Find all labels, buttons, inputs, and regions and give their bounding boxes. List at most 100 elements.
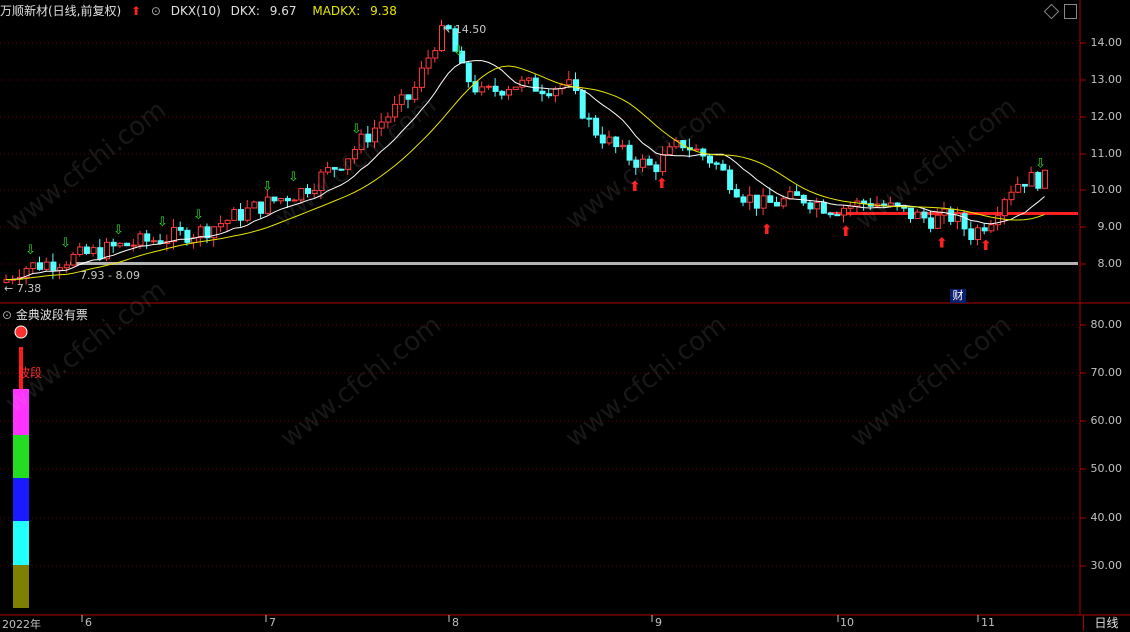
candle-body: [760, 195, 767, 209]
candle-body: [774, 201, 780, 207]
price-axis-label: 11.00: [1090, 147, 1123, 160]
sub-indicator-name[interactable]: 金典波段有票: [16, 308, 88, 322]
price-axis-label: 10.00: [1090, 183, 1123, 196]
time-axis-label: 10: [840, 616, 854, 629]
price-axis-label: 12.00: [1090, 110, 1123, 123]
sell-arrow-icon: ⇩: [262, 180, 273, 195]
price-axis-label: 13.00: [1090, 73, 1123, 86]
buy-arrow-icon: ⬆: [656, 176, 668, 192]
candle-body: [264, 196, 271, 214]
candle-body: [150, 240, 157, 243]
low-price: 7.38: [16, 282, 42, 295]
candle-body: [398, 94, 405, 105]
candle-body: [506, 89, 512, 96]
candle-body: [1001, 199, 1008, 217]
candle-body: [921, 211, 928, 219]
candle-body: [97, 247, 104, 260]
sub-axis-label: 50.00: [1090, 462, 1123, 475]
candle-body: [1042, 169, 1048, 189]
candle-body: [586, 117, 593, 120]
candle-body: [619, 144, 626, 148]
candle-body: [566, 79, 573, 86]
candle-body: [117, 242, 124, 247]
candle-body: [224, 219, 231, 225]
buy-arrow-icon: ⬆: [840, 224, 852, 240]
period-button[interactable]: 日线: [1083, 615, 1129, 631]
candle-body: [948, 208, 955, 222]
candle-body: [753, 194, 760, 209]
sub-axis-label: 40.00: [1090, 511, 1123, 524]
sell-arrow-icon: ⇩: [1035, 156, 1046, 171]
candle-body: [271, 196, 278, 202]
candle-body: [713, 162, 720, 165]
candle-body: [30, 262, 37, 270]
sub-panel-header: ⊙ 金典波段有票: [2, 306, 88, 323]
candle-body: [807, 202, 814, 210]
candle-body: [57, 267, 64, 271]
candle-body: [184, 229, 191, 243]
candle-body: [934, 214, 941, 229]
candle-body: [479, 86, 486, 93]
support-line-gray: [70, 262, 1078, 265]
candle-body: [800, 194, 807, 204]
high-marker: ↖ 14.50: [442, 23, 487, 36]
candle-body: [238, 209, 244, 221]
candle-body: [37, 262, 43, 270]
sell-arrow-icon: ⇩: [25, 243, 36, 258]
candle-body: [928, 217, 935, 229]
band-label: 波段: [18, 366, 43, 380]
candle-body: [814, 202, 821, 210]
candle-body: [251, 201, 258, 209]
sell-arrow-icon: ⇩: [113, 223, 124, 238]
sub-axis-label: 30.00: [1090, 559, 1123, 572]
candle-body: [539, 90, 546, 95]
candle-body: [217, 223, 224, 228]
candle-body: [1021, 183, 1028, 187]
buy-arrow-icon: ⬆: [936, 236, 948, 252]
candle-body: [820, 202, 827, 214]
candle-body: [981, 227, 988, 232]
candle-body: [526, 77, 533, 81]
candlesticks: [3, 19, 1048, 285]
sub-axis-label: 70.00: [1090, 366, 1123, 379]
sell-arrow-icon: ⇩: [60, 236, 71, 251]
band-ball-icon[interactable]: [14, 325, 28, 339]
collapse-icon[interactable]: ⊙: [2, 308, 12, 322]
sell-arrow-icon: ⇩: [351, 122, 362, 137]
low-marker: ← 7.38: [4, 282, 42, 295]
candle-body: [197, 226, 204, 239]
candle-body: [961, 213, 968, 230]
candle-body: [1015, 183, 1022, 193]
candle-body: [512, 86, 519, 91]
candle-body: [552, 88, 559, 97]
candle-body: [613, 136, 620, 148]
event-tag[interactable]: 财: [950, 289, 966, 303]
time-axis-label: 6: [85, 616, 92, 629]
candle-body: [177, 227, 184, 231]
candle-body: [499, 90, 506, 96]
candle-body: [1008, 191, 1015, 201]
candle-body: [827, 212, 834, 216]
buy-arrow-icon: ⬆: [980, 238, 992, 254]
time-axis-label: 8: [452, 616, 459, 629]
candle-body: [83, 246, 90, 254]
candle-body: [77, 246, 84, 255]
candle-body: [137, 233, 144, 246]
band-segment: [13, 478, 29, 521]
candle-body: [485, 85, 492, 88]
sell-arrow-icon: ⇩: [157, 215, 168, 230]
candle-body: [1035, 172, 1042, 189]
candle-body: [546, 93, 553, 97]
candle-body: [834, 214, 841, 217]
chart-canvas: ⇩ ⇩⇩⇩ ⇩⇩⇩⇩⇩⇩⬆ ⬆⬆ ⬆⬆ ⬆: [0, 0, 1130, 622]
candle-body: [693, 148, 700, 151]
band-segment: [13, 565, 29, 608]
sub-axis-label: 60.00: [1090, 414, 1123, 427]
candle-body: [418, 67, 425, 88]
candle-body: [733, 189, 740, 198]
price-axis-label: 8.00: [1097, 257, 1123, 270]
candle-body: [707, 155, 713, 164]
candle-body: [258, 201, 265, 214]
candle-body: [110, 241, 117, 247]
candle-body: [231, 209, 238, 221]
